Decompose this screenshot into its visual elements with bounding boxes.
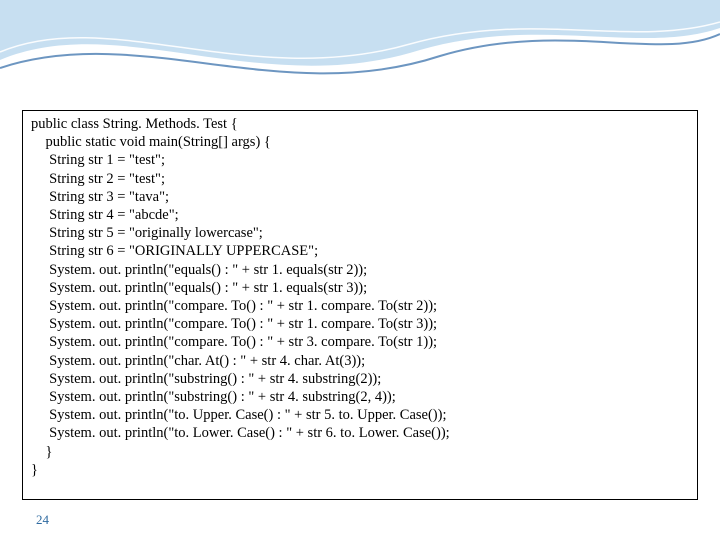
code-box: public class String. Methods. Test { pub… bbox=[22, 110, 698, 500]
code-line: System. out. println("substring() : " + … bbox=[31, 370, 689, 388]
code-line: } bbox=[31, 461, 689, 479]
code-line: System. out. println("compare. To() : " … bbox=[31, 315, 689, 333]
code-line: System. out. println("compare. To() : " … bbox=[31, 333, 689, 351]
code-line: String str 1 = "test"; bbox=[31, 151, 689, 169]
code-line: } bbox=[31, 443, 689, 461]
code-line: String str 6 = "ORIGINALLY UPPERCASE"; bbox=[31, 242, 689, 260]
code-line: String str 5 = "originally lowercase"; bbox=[31, 224, 689, 242]
page-number: 24 bbox=[36, 512, 49, 528]
code-line: String str 3 = "tava"; bbox=[31, 188, 689, 206]
decorative-wave bbox=[0, 0, 720, 100]
code-line: public static void main(String[] args) { bbox=[31, 133, 689, 151]
code-line: System. out. println("compare. To() : " … bbox=[31, 297, 689, 315]
code-line: System. out. println("equals() : " + str… bbox=[31, 261, 689, 279]
code-line: String str 2 = "test"; bbox=[31, 170, 689, 188]
code-line: System. out. println("to. Upper. Case() … bbox=[31, 406, 689, 424]
code-line: System. out. println("to. Lower. Case() … bbox=[31, 424, 689, 442]
code-line: System. out. println("char. At() : " + s… bbox=[31, 352, 689, 370]
code-line: System. out. println("substring() : " + … bbox=[31, 388, 689, 406]
code-line: System. out. println("equals() : " + str… bbox=[31, 279, 689, 297]
code-line: public class String. Methods. Test { bbox=[31, 115, 689, 133]
code-line: String str 4 = "abcde"; bbox=[31, 206, 689, 224]
